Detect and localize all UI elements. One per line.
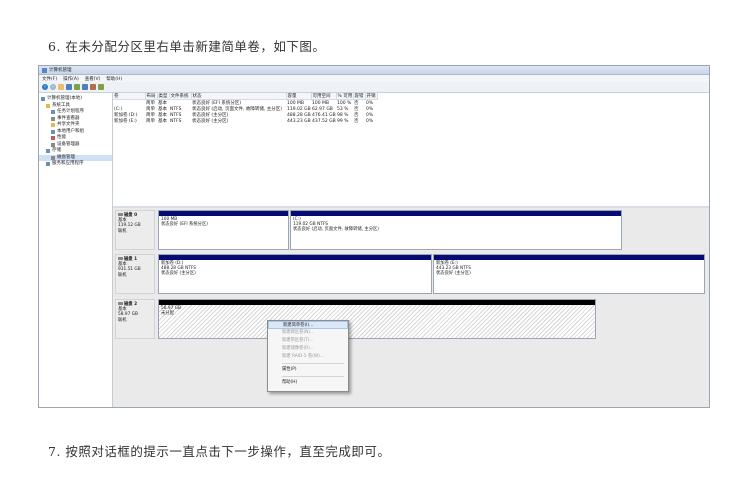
tree-node-icon (46, 162, 50, 167)
column-header[interactable]: 容错 (353, 93, 366, 100)
help-icon[interactable] (74, 84, 80, 90)
nav-item[interactable]: 服务和应用程序 (39, 161, 112, 168)
partition-e[interactable]: 新加卷 (E:) 443.23 GB NTFS 状态良好 (主分区) (433, 254, 705, 294)
context-menu-item[interactable]: 帮助(H) (268, 379, 348, 387)
back-arrow-icon[interactable]: ‹ (42, 84, 48, 90)
partition-status: 未分配 (161, 311, 174, 317)
table-cell: 100 % (337, 100, 352, 106)
menu-file[interactable]: 文件(F) (42, 76, 57, 82)
menu-bar: 文件(F) 操作(A) 查看(V) 帮助(H) (39, 75, 709, 82)
partition-efi[interactable]: 100 MB 状态良好 (EFI 系统分区) (158, 210, 289, 250)
menu-help[interactable]: 帮助(H) (106, 76, 122, 82)
menu-action[interactable]: 操作(A) (63, 76, 79, 82)
table-cell: 62.97 GB (312, 106, 333, 112)
table-cell: NTFS (170, 118, 182, 124)
table-cell: 基本 (158, 119, 167, 124)
tree-node-icon (51, 136, 55, 141)
table-cell: 437.52 GB (312, 118, 336, 124)
table-cell: 0% (366, 118, 374, 124)
tree-node-icon (51, 155, 55, 160)
partition-d[interactable]: 新加卷 (D:) 488.28 GB NTFS 状态良好 (主分区) (158, 254, 432, 294)
tree-node-icon (41, 97, 45, 102)
context-menu-item[interactable]: 属性(P) (268, 366, 348, 374)
column-header[interactable]: 开销 (365, 93, 378, 100)
table-cell: 否 (354, 119, 359, 124)
partition-status: 状态良好 (主分区) (161, 271, 196, 277)
tree-node-icon (46, 149, 50, 154)
context-menu: 新建简单卷(I)... 新建跨区卷(N)... 新建带区卷(T)... 新建镜像卷(R… (267, 320, 349, 392)
table-cell: 99 % (337, 118, 349, 124)
export-list-icon[interactable] (98, 84, 104, 90)
tree-node-icon (51, 129, 55, 134)
navigation-tree: 计算机管理(本地) 系统工具 任务计划程序 事件查看器 共享文件夹 本地用户和组 性能 设备管… (39, 93, 113, 407)
context-menu-item: 新建带区卷(T)... (282, 338, 314, 343)
table-cell: 443.23 GB (287, 118, 311, 124)
tree-node-icon (51, 142, 55, 147)
table-cell: 状态良好 (主分区) (192, 119, 229, 124)
tree-node-icon (51, 116, 55, 121)
disk-1-status: 联机 (118, 272, 127, 278)
table-cell: 488.28 GB (287, 112, 311, 118)
tree-node-icon (51, 123, 55, 128)
table-cell: 新加卷 (E:) (114, 119, 137, 124)
menu-separator (282, 376, 344, 377)
partition-status: 状态良好 (EFI 系统分区) (161, 222, 208, 228)
disk-0-label[interactable]: 磁盘 0 基本 119.12 GB 联机 (115, 210, 155, 250)
forward-arrow-icon[interactable]: › (50, 84, 56, 90)
menu-view[interactable]: 查看(V) (85, 76, 101, 82)
computer-management-window: 计算机管理 文件(F) 操作(A) 查看(V) 帮助(H) ‹ › 计算机管理(… (38, 65, 710, 408)
properties-icon[interactable] (82, 84, 88, 90)
disk-map: 磁盘 0 基本 119.12 GB 联机 100 MB 状态良好 (EFI 系统… (113, 208, 709, 407)
disk-1-label[interactable]: 磁盘 1 基本 931.51 GB 联机 (115, 254, 155, 294)
context-menu-item[interactable]: 新建简单卷(I)... (268, 321, 348, 329)
column-header[interactable]: 布局 (145, 93, 158, 100)
partition-unallocated[interactable]: 58.97 GB 未分配 (158, 299, 596, 339)
column-header[interactable]: % 可用 (336, 93, 354, 100)
disk-2-label[interactable]: 磁盘 2 基本 58.97 GB 联机 (115, 299, 155, 339)
partition-c[interactable]: (C:) 119.02 GB NTFS 状态良好 (启动, 页面文件, 故障转储… (290, 210, 622, 250)
partition-status: 状态良好 (启动, 页面文件, 故障转储, 主分区) (293, 227, 379, 233)
table-cell: 简单 (146, 119, 155, 124)
step7-caption: 7. 按照对话框的提示一直点击下一步操作，直至完成即可。 (48, 444, 391, 459)
table-cell: 119.02 GB (287, 106, 311, 112)
table-row[interactable]: 新加卷 (E:) 简单 基本 NTFS 状态良好 (主分区) 443.23 GB 437.5… (113, 118, 377, 125)
disk-icon (118, 213, 123, 216)
app-icon (42, 67, 47, 73)
volume-list: 卷布局 类型 文件系统 状态 容量 可用空间% 可用 容错 开销 简单 基本 状态良好 (EFI … (113, 93, 709, 206)
disk-2-status: 联机 (118, 317, 127, 323)
title-bar: 计算机管理 (39, 66, 709, 75)
partition-status: 状态良好 (主分区) (436, 271, 471, 277)
context-menu-item: 新建 RAID-5 卷(W)... (282, 354, 324, 359)
nav-item-label: 服务和应用程序 (52, 161, 84, 166)
disk-icon (118, 302, 123, 305)
disk-0-status: 联机 (118, 228, 127, 234)
column-header[interactable]: 类型 (157, 93, 170, 100)
context-menu-item: 新建跨区卷(N)... (282, 330, 315, 335)
column-header[interactable]: 文件系统 (169, 93, 192, 100)
disk-icon (118, 257, 123, 260)
tree-node-icon (46, 103, 50, 108)
tree-node-icon (51, 110, 55, 115)
table-cell: 476.41 GB (312, 112, 336, 118)
window-title: 计算机管理 (49, 68, 72, 73)
folder-up-icon[interactable] (58, 84, 64, 90)
step6-caption: 6. 在未分配分区里右单击新建简单卷，如下图。 (48, 39, 326, 54)
refresh-icon[interactable] (90, 84, 96, 90)
toolbar: ‹ › (39, 82, 709, 93)
show-hide-tree-icon[interactable] (66, 84, 72, 90)
context-menu-item: 新建镜像卷(R)... (282, 346, 314, 351)
menu-separator (282, 363, 344, 364)
